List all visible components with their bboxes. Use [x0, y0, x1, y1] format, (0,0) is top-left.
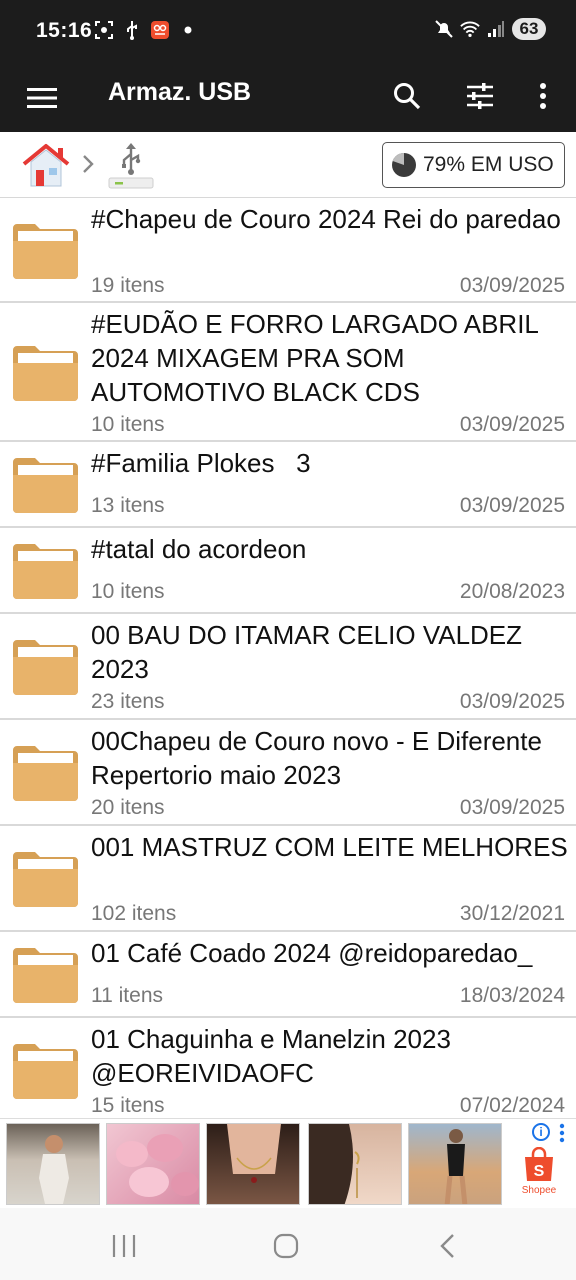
shopee-label: Shopee [521, 1185, 557, 1196]
back-button[interactable] [430, 1228, 466, 1264]
list-item[interactable]: #tatal do acordeon 10 itens 20/08/2023 [0, 528, 576, 614]
modified-date: 30/12/2021 [459, 902, 565, 925]
search-button[interactable] [383, 72, 431, 120]
folder-name: 00 BAU DO ITAMAR CELIO VALDEZ 2023 [91, 620, 530, 684]
battery-indicator: 63 [512, 18, 546, 40]
item-count: 20 itens [91, 796, 165, 819]
ad-product-image[interactable] [206, 1123, 300, 1205]
sliders-icon [467, 83, 493, 109]
item-count: 13 itens [91, 494, 165, 517]
dot-icon [178, 20, 198, 40]
list-item[interactable]: #Familia Plokes 3 13 itens 03/09/2025 [0, 442, 576, 528]
ad-product-image[interactable] [6, 1123, 100, 1205]
chevron-right-icon [80, 152, 96, 176]
search-icon [394, 83, 421, 110]
item-count: 10 itens [91, 580, 165, 603]
folder-icon [13, 346, 78, 401]
list-item[interactable]: 001 MASTRUZ COM LEITE MELHORES 102 itens… [0, 826, 576, 932]
recent-apps-button[interactable] [106, 1228, 142, 1264]
modified-date: 07/02/2024 [459, 1094, 565, 1117]
folder-name: #Familia Plokes 3 [91, 448, 311, 478]
home-icon[interactable] [20, 140, 72, 192]
folder-icon [13, 852, 78, 907]
ad-product-image[interactable] [408, 1123, 502, 1205]
ad-banner[interactable]: i S Shopee [0, 1118, 576, 1208]
list-item[interactable]: #EUDÃO E FORRO LARGADO ABRIL 2024 MIXAGE… [0, 303, 576, 442]
shopping-bag-icon: S [525, 1147, 553, 1181]
folder-icon [13, 544, 78, 599]
ad-product-image[interactable] [106, 1123, 200, 1205]
modified-date: 18/03/2024 [459, 984, 565, 1007]
screenshot-icon [94, 20, 114, 40]
modified-date: 03/09/2025 [459, 494, 565, 517]
signal-icon [486, 19, 506, 39]
folder-name: 001 MASTRUZ COM LEITE MELHORES [91, 832, 568, 862]
list-item[interactable]: 00Chapeu de Couro novo - E Diferente Rep… [0, 720, 576, 826]
modified-date: 20/08/2023 [459, 580, 565, 603]
list-item[interactable]: #Chapeu de Couro 2024 Rei do paredao 19 … [0, 198, 576, 303]
wifi-icon [460, 19, 480, 39]
item-count: 15 itens [91, 1094, 165, 1117]
home-nav-button[interactable] [268, 1228, 304, 1264]
list-item[interactable]: 01 Café Coado 2024 @reidoparedao_ 11 ite… [0, 932, 576, 1018]
item-count: 102 itens [91, 902, 177, 925]
list-item[interactable]: 00 BAU DO ITAMAR CELIO VALDEZ 2023 23 it… [0, 614, 576, 720]
storage-usage-label: 79% EM USO [423, 153, 554, 176]
modified-date: 03/09/2025 [459, 690, 565, 713]
more-options-button[interactable] [519, 72, 567, 120]
pie-chart-icon [392, 153, 416, 177]
mute-icon [434, 19, 454, 39]
modified-date: 03/09/2025 [459, 413, 565, 436]
menu-icon [27, 88, 57, 108]
navigation-bar [0, 1208, 576, 1280]
home-nav-icon [273, 1233, 299, 1259]
more-vert-icon [540, 83, 546, 109]
app-notification-icon [150, 20, 170, 40]
menu-button[interactable] [22, 78, 62, 118]
usb-drive-icon[interactable] [104, 140, 156, 192]
ad-options-icon[interactable] [558, 1123, 566, 1143]
folder-name: 01 Café Coado 2024 @reidoparedao_ [91, 938, 533, 968]
modified-date: 03/09/2025 [459, 796, 565, 819]
svg-text:S: S [534, 1163, 545, 1180]
breadcrumb: 79% EM USO [0, 132, 576, 198]
folder-name: #tatal do acordeon [91, 534, 307, 564]
shopee-logo[interactable]: S Shopee [516, 1147, 562, 1201]
modified-date: 03/09/2025 [459, 274, 565, 297]
filter-button[interactable] [456, 72, 504, 120]
folder-icon [13, 458, 78, 513]
ad-product-image[interactable] [308, 1123, 402, 1205]
back-icon [440, 1234, 454, 1258]
folder-icon [13, 224, 78, 279]
folder-name: #Chapeu de Couro 2024 Rei do paredao [91, 204, 561, 234]
storage-usage-button[interactable]: 79% EM USO [382, 142, 565, 188]
app-bar: Armaz. USB [0, 62, 576, 132]
item-count: 11 itens [91, 984, 163, 1007]
usb-status-icon [122, 20, 142, 40]
folder-icon [13, 640, 78, 695]
status-bar: 15:16 63 [0, 0, 576, 62]
folder-name: #EUDÃO E FORRO LARGADO ABRIL 2024 MIXAGE… [91, 309, 546, 407]
folder-list: #Chapeu de Couro 2024 Rei do paredao 19 … [0, 198, 576, 1120]
app-title: Armaz. USB [108, 78, 252, 106]
status-time: 15:16 [36, 19, 93, 42]
folder-icon [13, 1044, 78, 1099]
item-count: 19 itens [91, 274, 165, 297]
item-count: 23 itens [91, 690, 165, 713]
folder-name: 00Chapeu de Couro novo - E Diferente Rep… [91, 726, 557, 790]
folder-icon [13, 948, 78, 1003]
folder-name: 01 Chaguinha e Manelzin 2023 @EOREIVIDAO… [91, 1024, 459, 1088]
ad-info-icon[interactable]: i [532, 1123, 550, 1141]
folder-icon [13, 746, 78, 801]
recent-apps-icon [112, 1235, 136, 1257]
list-item[interactable]: 01 Chaguinha e Manelzin 2023 @EOREIVIDAO… [0, 1018, 576, 1120]
item-count: 10 itens [91, 413, 165, 436]
